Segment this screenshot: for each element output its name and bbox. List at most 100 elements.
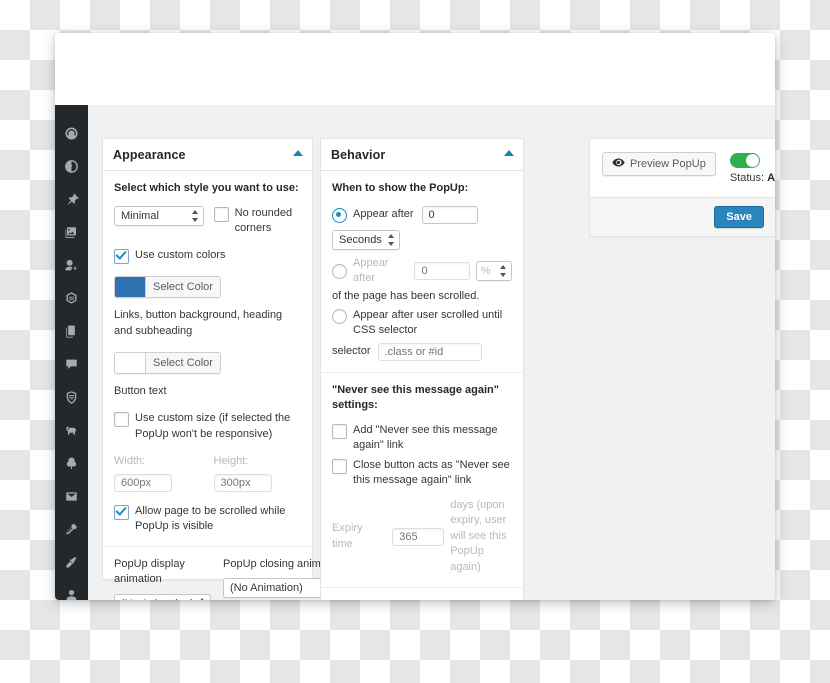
appearance-animation-section: PopUp display animation (No Animation) P… xyxy=(103,547,346,600)
close-acts-as-row[interactable]: Close button acts as "Never see this mes… xyxy=(332,458,512,489)
status-value: Active xyxy=(767,172,775,184)
toggle-knob xyxy=(745,154,759,167)
chevron-up-icon[interactable] xyxy=(504,150,514,156)
sidebar-item-pin[interactable] xyxy=(55,183,88,216)
status-toggle[interactable] xyxy=(729,153,760,168)
css-selector-input[interactable] xyxy=(377,342,482,361)
screenshot-canvas: Appearance Select which style you want t… xyxy=(0,0,830,683)
sidebar-item-shield[interactable] xyxy=(55,381,88,414)
allow-scroll-row[interactable]: Allow page to be scrolled while PopUp is… xyxy=(114,504,301,535)
appear-after-time-label: Appear after xyxy=(353,207,414,220)
use-custom-size-label: Use custom size (if selected the PopUp w… xyxy=(135,412,291,440)
appear-after-time-row[interactable]: Appear after xyxy=(332,205,512,224)
sidebar-item-media[interactable] xyxy=(55,216,88,249)
sidebar-item-tree[interactable] xyxy=(55,447,88,480)
use-custom-colors-checkbox[interactable] xyxy=(114,249,129,265)
appear-after-time-radio[interactable] xyxy=(332,207,347,223)
select-color-button-1[interactable]: Select Color xyxy=(114,276,221,299)
sidebar-item-plug[interactable] xyxy=(55,546,88,579)
browser-window: Appearance Select which style you want t… xyxy=(55,33,775,600)
sidebar-item-animal[interactable] xyxy=(55,414,88,447)
sidebar-item-hammer[interactable] xyxy=(55,513,88,546)
select-arrows-icon xyxy=(387,233,395,246)
select-arrows-icon xyxy=(499,265,507,277)
panel-behavior-title: Behavior xyxy=(331,147,386,162)
sidebar-item-mail[interactable] xyxy=(55,480,88,513)
use-custom-size-checkbox[interactable] xyxy=(114,412,129,428)
size-fields: Width: Height: xyxy=(114,454,301,492)
animal-icon xyxy=(64,423,79,438)
eye-icon xyxy=(612,157,625,171)
appear-after-css-radio[interactable] xyxy=(332,309,347,324)
status-prefix: Status: xyxy=(729,172,765,184)
close-button-acts-label: Close button acts as "Never see this mes… xyxy=(353,458,510,487)
close-button-acts-checkbox[interactable] xyxy=(332,458,347,474)
time-unit-value: Seconds xyxy=(339,233,382,246)
preview-popup-label: Preview PopUp xyxy=(630,158,706,170)
expiry-time-input[interactable] xyxy=(392,527,445,546)
appear-after-scroll-row[interactable]: Appear after % xyxy=(332,256,512,287)
no-rounded-corners-checkbox[interactable] xyxy=(213,206,229,222)
add-never-see-link-label: Add "Never see this message again" link xyxy=(353,424,498,452)
style-prompt-label: Select which style you want to use: xyxy=(114,182,299,194)
appearance-style-section: Select which style you want to use: Mini… xyxy=(103,171,312,547)
expiry-time-label: Expiry time xyxy=(332,521,363,550)
select-color-label-2: Select Color xyxy=(145,352,220,373)
sidebar-item-speed[interactable] xyxy=(55,150,88,183)
dashboard-icon xyxy=(64,126,79,141)
sidebar-item-hexagon[interactable] xyxy=(55,282,88,315)
appear-after-scroll-radio[interactable] xyxy=(332,264,347,279)
style-select[interactable]: Minimal xyxy=(114,205,204,226)
add-never-see-link-checkbox[interactable] xyxy=(332,424,347,439)
tree-icon xyxy=(64,456,79,471)
closing-animation-value: (No Animation) xyxy=(230,582,303,595)
behavior-when-section: When to show the PopUp: Appear after Sec… xyxy=(321,171,523,373)
panel-behavior-header[interactable]: Behavior xyxy=(321,139,523,171)
no-rounded-corners-label: No rounded corners xyxy=(234,206,293,234)
sidebar-item-dashboard[interactable] xyxy=(55,117,88,150)
scroll-suffix-label: of the page has been scrolled. xyxy=(332,290,480,303)
display-animation-select[interactable]: (No Animation) xyxy=(114,593,211,600)
panel-appearance-header[interactable]: Appearance xyxy=(103,139,312,171)
scroll-unit-select[interactable]: % xyxy=(475,261,512,281)
sidebar-item-contact[interactable] xyxy=(55,249,88,282)
pages-icon xyxy=(64,324,79,339)
hammer-icon xyxy=(64,522,79,537)
mail-icon xyxy=(64,489,79,504)
plug-icon xyxy=(64,555,79,570)
chevron-up-icon[interactable] xyxy=(293,150,303,156)
status-area: Status: Active xyxy=(729,152,775,184)
height-input[interactable] xyxy=(213,473,272,492)
preview-popup-button[interactable]: Preview PopUp xyxy=(602,152,716,176)
window-topbar xyxy=(55,33,775,106)
add-never-link-row[interactable]: Add "Never see this message again" link xyxy=(332,423,512,454)
css-selector-label: selector xyxy=(332,344,371,357)
use-custom-size-row[interactable]: Use custom size (if selected the PopUp w… xyxy=(114,411,301,442)
sidebar-item-pages[interactable] xyxy=(55,315,88,348)
appear-after-css-row[interactable]: Appear after user scrolled until CSS sel… xyxy=(332,308,512,339)
settings-columns: Appearance Select which style you want t… xyxy=(102,105,775,600)
closing-conditions-title: Closing Pop-up conditions xyxy=(332,598,512,600)
behavior-never-see-section: "Never see this message again" settings:… xyxy=(321,373,523,588)
sidebar-item-user[interactable] xyxy=(55,579,88,600)
hexagon-icon xyxy=(64,291,79,306)
save-button[interactable]: Save xyxy=(714,206,764,228)
speed-icon xyxy=(64,159,79,174)
allow-page-scroll-checkbox[interactable] xyxy=(114,504,129,520)
color-swatch-primary[interactable] xyxy=(115,277,145,298)
color-swatch-button-text[interactable] xyxy=(115,352,145,373)
expiry-days-label: days (upon expiry, user will see this Po… xyxy=(450,498,507,573)
media-icon xyxy=(64,225,79,240)
use-custom-colors-label: Use custom colors xyxy=(135,249,226,262)
width-label: Width: xyxy=(114,455,146,467)
sidebar-item-comments[interactable] xyxy=(55,348,88,381)
admin-sidebar[interactable] xyxy=(55,105,88,600)
select-color-button-2[interactable]: Select Color xyxy=(114,351,221,374)
scroll-percent-input[interactable] xyxy=(414,262,471,280)
width-input[interactable] xyxy=(114,473,172,492)
user-icon xyxy=(64,588,79,600)
use-custom-colors-row[interactable]: Use custom colors xyxy=(114,248,301,265)
time-unit-select[interactable]: Seconds xyxy=(332,229,400,250)
time-value-input[interactable] xyxy=(421,205,478,224)
scroll-unit-value: % xyxy=(480,265,491,277)
